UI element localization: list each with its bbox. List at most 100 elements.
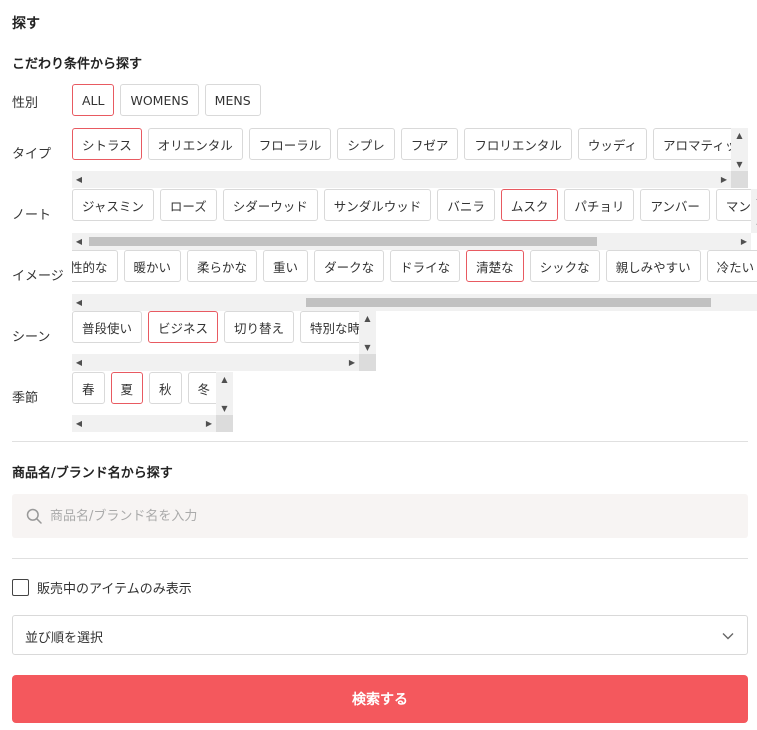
search-button[interactable]: 検索する (12, 675, 748, 723)
type-option-chip[interactable]: ウッディ (577, 128, 647, 160)
divider (12, 441, 748, 442)
scene-label: シーン (12, 330, 51, 345)
page-title: 探す (12, 16, 40, 32)
scrollbar-corner (359, 354, 376, 371)
note-options: ジャスミンローズシダーウッドサンダルウッドバニラムスクパチョリアンバーマンダリン (72, 189, 751, 221)
note-option-chip[interactable]: バニラ (437, 189, 495, 221)
season-row: 季節 春夏秋冬 ▲ ▼ ◀ ▶ (0, 372, 757, 434)
scroll-left-arrow-icon[interactable]: ◀ (72, 233, 86, 250)
note-option-chip[interactable]: パチョリ (564, 189, 635, 221)
scroll-right-arrow-icon[interactable]: ▶ (345, 354, 359, 371)
gender-option-chip[interactable]: WOMENS (120, 84, 199, 116)
scroll-right-arrow-icon[interactable]: ▶ (717, 171, 731, 188)
gender-option-chip[interactable]: MENS (204, 84, 261, 116)
scene-option-chip[interactable]: 切り替え (224, 311, 295, 343)
type-option-chip[interactable]: オリエンタル (147, 128, 243, 160)
season-option-chip[interactable]: 冬 (187, 372, 216, 404)
in-stock-only-checkbox[interactable] (12, 579, 29, 596)
scene-option-chip[interactable]: 特別な時 (300, 311, 359, 343)
type-option-chip[interactable]: フロリエンタル (464, 128, 572, 160)
scroll-down-arrow-icon[interactable]: ▼ (731, 157, 748, 171)
type-label: タイプ (12, 147, 52, 162)
scrollbar-corner (731, 171, 748, 188)
note-option-chip[interactable]: ローズ (159, 189, 217, 221)
filters-heading: こだわり条件から探す (12, 57, 143, 72)
image-row: イメージ 性的な 暖かい 柔らかな 重い ダークな ドライな 清楚な シックな 親しみやすい 冷た… (0, 250, 757, 312)
note-option-chip[interactable]: マンダリン (715, 189, 751, 221)
scroll-up-arrow-icon[interactable]: ▲ (751, 189, 757, 203)
scroll-up-arrow-icon[interactable]: ▲ (359, 311, 376, 325)
type-option-chip[interactable]: フローラル (248, 128, 332, 160)
image-option-chip[interactable]: 冷たい (706, 250, 757, 282)
scrollbar-corner (216, 415, 233, 432)
note-option-chip[interactable]: アンバー (640, 189, 710, 221)
search-icon (26, 508, 42, 524)
scroll-up-arrow-icon[interactable]: ▲ (731, 128, 748, 142)
note-option-chip[interactable]: サンダルウッド (323, 189, 432, 221)
scroll-right-arrow-icon[interactable]: ▶ (202, 415, 216, 432)
image-label: イメージ (12, 269, 64, 284)
scroll-down-arrow-icon[interactable]: ▼ (359, 340, 376, 354)
divider (12, 558, 748, 559)
image-horizontal-scrollbar[interactable]: ◀ (72, 294, 757, 311)
scene-vertical-scrollbar[interactable]: ▲ ▼ (359, 311, 376, 354)
scroll-down-arrow-icon[interactable]: ▼ (751, 219, 757, 233)
season-horizontal-scrollbar[interactable]: ◀ ▶ (72, 415, 216, 432)
name-search-heading: 商品名/ブランド名から探す (12, 466, 173, 481)
scrollbar-thumb[interactable] (306, 298, 711, 307)
image-option-chip[interactable]: 柔らかな (187, 250, 258, 282)
gender-label: 性別 (12, 96, 39, 111)
note-option-chip[interactable]: シダーウッド (222, 189, 318, 221)
note-option-chip[interactable]: ジャスミン (72, 189, 154, 221)
scene-horizontal-scrollbar[interactable]: ◀ ▶ (72, 354, 359, 371)
scroll-down-arrow-icon[interactable]: ▼ (216, 401, 233, 415)
season-option-chip[interactable]: 夏 (110, 372, 144, 404)
note-vertical-scrollbar[interactable]: ▲ ▼ (751, 189, 757, 233)
note-option-chip[interactable]: ムスク (500, 189, 559, 221)
season-option-chip[interactable]: 秋 (149, 372, 182, 404)
image-option-chip[interactable]: シックな (529, 250, 600, 282)
type-row: タイプ シトラス オリエンタル フローラル シプレ フゼア フロリエンタル ウッディ アロマテ… (0, 128, 757, 188)
type-options: シトラスオリエンタルフローラルシプレフゼアフロリエンタルウッディアロマティック (72, 128, 731, 160)
type-option-chip[interactable]: シプレ (337, 128, 395, 160)
type-horizontal-scrollbar[interactable]: ◀ ▶ (72, 171, 731, 188)
in-stock-only-toggle[interactable]: 販売中のアイテムのみ表示 (12, 578, 192, 597)
type-option-chip[interactable]: シトラス (72, 128, 142, 160)
scene-option-chip[interactable]: ビジネス (148, 311, 219, 343)
image-option-chip[interactable]: 親しみやすい (605, 250, 701, 282)
scroll-left-arrow-icon[interactable]: ◀ (72, 294, 86, 311)
search-box (12, 494, 748, 538)
season-options: 春夏秋冬 (72, 372, 216, 404)
gender-options: ALL WOMENS MENS (72, 84, 372, 116)
gender-option-chip[interactable]: ALL (72, 84, 115, 116)
note-row: ノート ジャスミン ローズ シダーウッド サンダルウッド バニラ ムスク パチョリ アンバーマ… (0, 189, 757, 251)
in-stock-only-label: 販売中のアイテムのみ表示 (37, 582, 192, 597)
gender-row: 性別 ALL WOMENS MENS (0, 84, 757, 116)
sort-select-label: 並び順を選択 (25, 631, 104, 646)
scroll-right-arrow-icon[interactable]: ▶ (737, 233, 751, 250)
scene-row: シーン 普段使い ビジネス 切り替え 特別な時 ▲ ▼ ◀ ▶ (0, 311, 757, 373)
scroll-left-arrow-icon[interactable]: ◀ (72, 171, 86, 188)
type-vertical-scrollbar[interactable]: ▲ ▼ (731, 128, 748, 171)
image-option-chip[interactable]: ドライな (390, 250, 461, 282)
type-option-chip[interactable]: フゼア (400, 128, 459, 160)
sort-select[interactable]: 並び順を選択 (12, 615, 748, 655)
season-vertical-scrollbar[interactable]: ▲ ▼ (216, 372, 233, 415)
search-input[interactable] (50, 494, 740, 538)
scene-options: 普段使い ビジネス 切り替え 特別な時 (72, 311, 359, 343)
chevron-down-icon (722, 633, 734, 640)
image-option-chip[interactable]: 暖かい (123, 250, 182, 282)
type-option-chip[interactable]: アロマティック (652, 128, 731, 160)
scroll-left-arrow-icon[interactable]: ◀ (72, 415, 86, 432)
scroll-up-arrow-icon[interactable]: ▲ (216, 372, 233, 386)
season-option-chip[interactable]: 春 (72, 372, 105, 404)
image-option-chip[interactable]: 清楚な (466, 250, 524, 282)
image-options: 性的な暖かい柔らかな重いダークなドライな清楚なシックな親しみやすい冷たい硬い (72, 250, 757, 282)
image-option-chip[interactable]: ダークな (314, 250, 385, 282)
scrollbar-thumb[interactable] (89, 237, 597, 246)
scroll-left-arrow-icon[interactable]: ◀ (72, 354, 86, 371)
note-horizontal-scrollbar[interactable]: ◀ ▶ (72, 233, 751, 250)
scene-option-chip[interactable]: 普段使い (72, 311, 143, 343)
image-option-chip[interactable]: 性的な (72, 250, 118, 282)
image-option-chip[interactable]: 重い (263, 250, 309, 282)
